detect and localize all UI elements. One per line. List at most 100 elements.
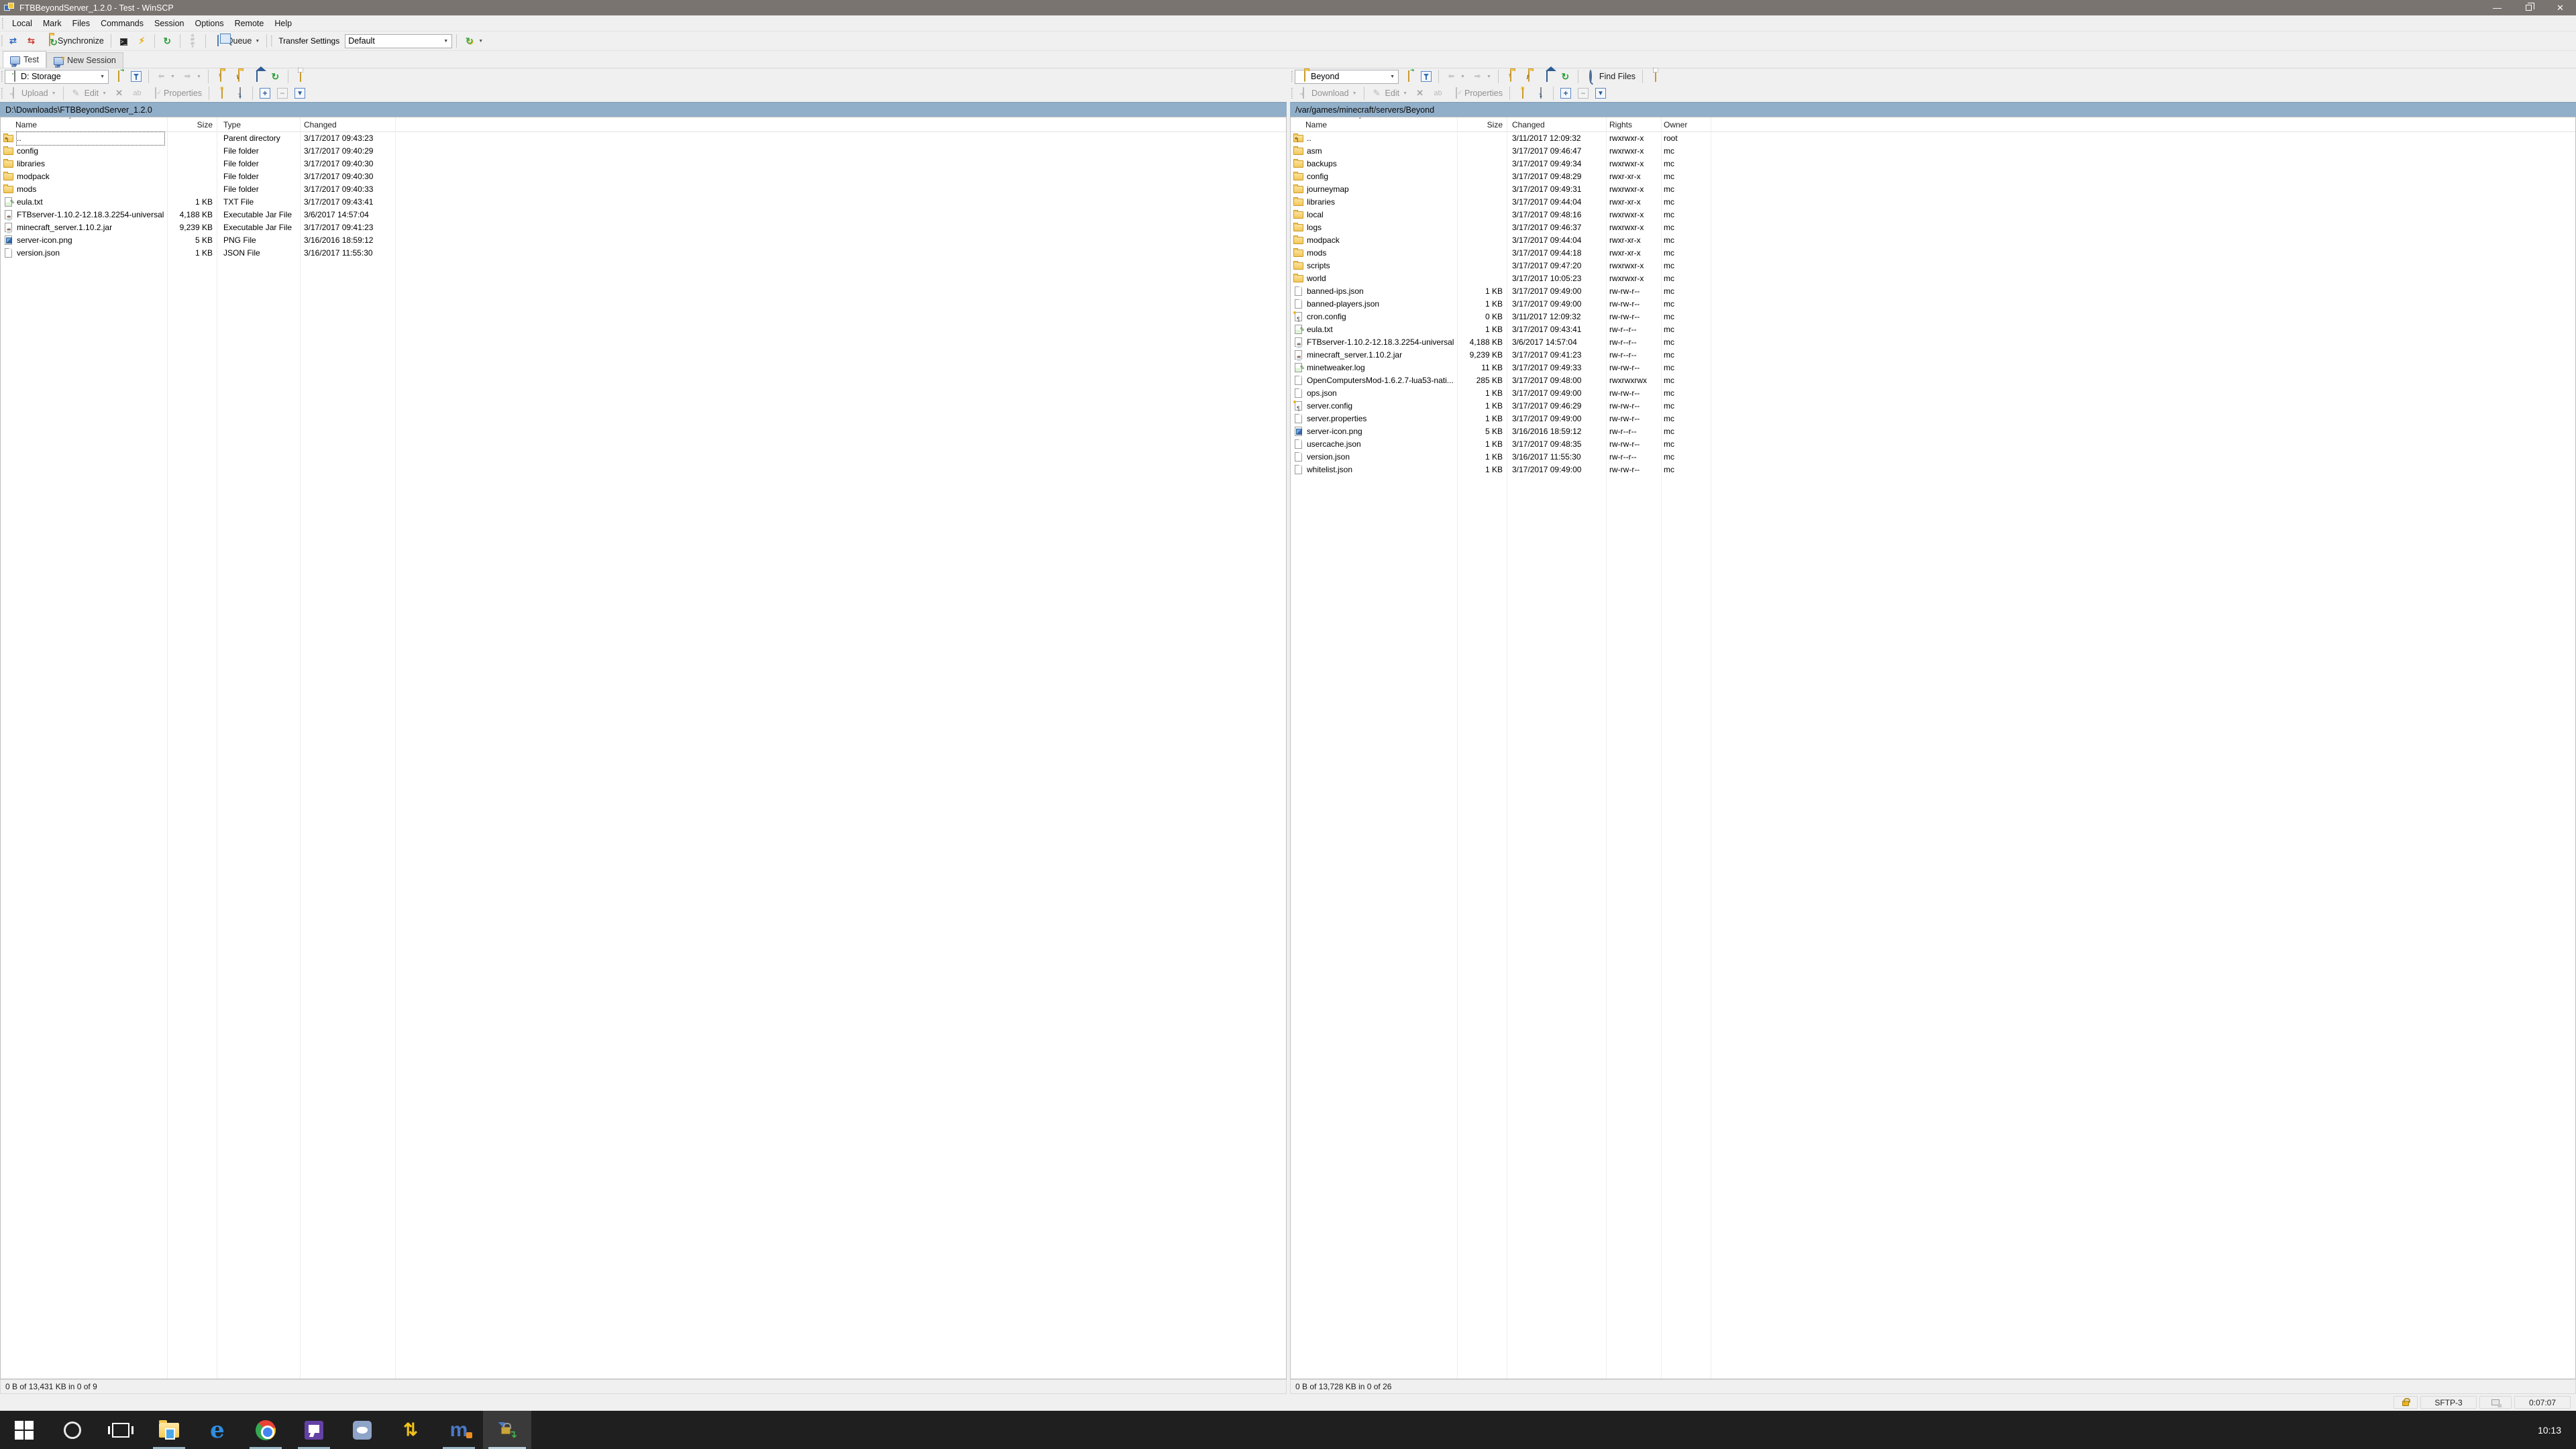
new-directory-button[interactable] [213,87,230,100]
file-row[interactable]: server.properties1 KB3/17/2017 09:49:00r… [1291,413,2575,425]
open-directory-button[interactable] [110,70,127,83]
new-file-button[interactable] [1532,87,1549,100]
root-directory-button[interactable]: \ [231,70,248,83]
toggle-panels-button[interactable]: ⇄ [5,34,21,48]
unselect-files-button[interactable]: − [1575,87,1591,100]
select-files-button[interactable]: + [1558,87,1574,100]
transfer-options-button[interactable]: ↻▼ [461,34,486,48]
file-row[interactable]: backups3/17/2017 09:49:34rwxrwxr-xmc [1291,158,2575,170]
home-directory-button[interactable] [249,70,266,83]
back-button[interactable]: ⬅▼ [153,70,178,83]
open-console-button[interactable]: >_ [115,34,132,48]
file-row[interactable]: configFile folder3/17/2017 09:40:29 [1,145,1286,158]
remote-directory-select[interactable]: Beyond ▼ [1295,70,1399,84]
properties-button[interactable]: Properties [147,87,205,100]
file-row[interactable]: modsFile folder3/17/2017 09:40:33 [1,183,1286,196]
file-row[interactable]: whitelist.json1 KB3/17/2017 09:49:00rw-r… [1291,464,2575,476]
invert-selection-button[interactable]: ▼ [292,87,308,100]
column-header-name[interactable]: Name [1305,120,1327,129]
column-header-size[interactable]: Size [168,120,213,129]
properties-button[interactable]: Properties [1448,87,1505,100]
local-path-bar[interactable]: D:\Downloads\FTBBeyondServer_1.2.0 [0,102,1287,117]
taskbar-task-view-icon[interactable] [97,1411,145,1449]
taskbar-cortana-icon[interactable] [48,1411,97,1449]
synchronize-browsing-button[interactable]: ⇆ [23,34,40,48]
menu-item-mark[interactable]: Mark [38,16,67,31]
file-row[interactable]: usercache.json1 KB3/17/2017 09:48:35rw-r… [1291,438,2575,451]
restore-button[interactable] [2513,0,2544,15]
minimize-button[interactable]: — [2481,0,2513,15]
column-header-changed[interactable]: Changed [304,120,337,129]
parent-directory-button[interactable]: ↑ [1503,70,1519,83]
synchronize-button[interactable]: ↻ Synchronize [41,34,107,48]
file-row[interactable]: server-icon.png5 KBPNG File3/16/2016 18:… [1,234,1286,247]
delete-button[interactable]: ✕ [111,87,127,100]
file-row[interactable]: logs3/17/2017 09:46:37rwxrwxr-xmc [1291,221,2575,234]
file-row[interactable]: FTBserver-1.10.2-12.18.3.2254-universal.… [1291,336,2575,349]
select-files-button[interactable]: + [257,87,273,100]
new-directory-button[interactable] [1514,87,1531,100]
file-row[interactable]: config3/17/2017 09:48:29rwxr-xr-xmc [1291,170,2575,183]
menu-item-local[interactable]: Local [7,16,38,31]
taskbar-chrome-icon[interactable] [241,1411,290,1449]
file-row[interactable]: banned-ips.json1 KB3/17/2017 09:49:00rw-… [1291,285,2575,298]
file-row[interactable]: minecraft_server.1.10.2.jar9,239 KBExecu… [1,221,1286,234]
menu-item-files[interactable]: Files [67,16,95,31]
file-row[interactable]: OpenComputersMod-1.6.2.7-lua53-nati...28… [1291,374,2575,387]
queue-button[interactable]: Queue ▼ [210,34,262,48]
rename-button[interactable]: ab [1430,87,1446,100]
copy-path-button[interactable] [292,70,309,83]
menu-item-help[interactable]: Help [269,16,297,31]
file-row[interactable]: ..3/11/2017 12:09:32rwxrwxr-xroot [1291,132,2575,145]
home-directory-button[interactable] [1539,70,1556,83]
preferences-button[interactable] [184,34,201,48]
refresh-panels-button[interactable]: ↻ [159,34,176,48]
filter-button[interactable] [1418,70,1434,83]
taskbar-transfer-arrows-icon[interactable]: ⇅ [386,1411,435,1449]
menu-item-remote[interactable]: Remote [229,16,270,31]
unselect-files-button[interactable]: − [274,87,290,100]
file-row[interactable]: minecraft_server.1.10.2.jar9,239 KB3/17/… [1291,349,2575,362]
copy-path-button[interactable] [1647,70,1664,83]
remote-path-bar[interactable]: /var/games/minecraft/servers/Beyond [1290,102,2576,117]
taskbar-start-button[interactable] [0,1411,48,1449]
file-row[interactable]: eula.txt1 KB3/17/2017 09:43:41rw-r--r--m… [1291,323,2575,336]
column-header-name[interactable]: Name [15,120,37,129]
file-row[interactable]: modpackFile folder3/17/2017 09:40:30 [1,170,1286,183]
rename-button[interactable]: ab [129,87,146,100]
filter-button[interactable] [128,70,144,83]
taskbar-file-explorer-icon[interactable] [145,1411,193,1449]
menu-item-session[interactable]: Session [149,16,189,31]
column-header-size[interactable]: Size [1458,120,1503,129]
find-files-button[interactable]: Find Files [1582,70,1638,83]
file-row[interactable]: librariesFile folder3/17/2017 09:40:30 [1,158,1286,170]
drive-select[interactable]: D: Storage ▼ [5,70,109,84]
file-row[interactable]: asm3/17/2017 09:46:47rwxrwxr-xmc [1291,145,2575,158]
new-file-button[interactable] [231,87,248,100]
menu-item-commands[interactable]: Commands [95,16,149,31]
download-button[interactable]: Download ▼ [1295,87,1360,100]
file-row[interactable]: journeymap3/17/2017 09:49:31rwxrwxr-xmc [1291,183,2575,196]
column-header-rights[interactable]: Rights [1609,120,1632,129]
open-terminal-button[interactable]: ⚡︎ [133,34,150,48]
file-row[interactable]: libraries3/17/2017 09:44:04rwxr-xr-xmc [1291,196,2575,209]
file-row[interactable]: ..Parent directory3/17/2017 09:43:23 [1,132,1286,145]
tab-test[interactable]: Test [3,51,46,68]
forward-button[interactable]: ➡▼ [179,70,204,83]
taskbar-twitch-icon[interactable] [290,1411,338,1449]
column-header-changed[interactable]: Changed [1512,120,1545,129]
file-row[interactable]: FTBserver-1.10.2-12.18.3.2254-universal.… [1,209,1286,221]
file-row[interactable]: server.config1 KB3/17/2017 09:46:29rw-rw… [1291,400,2575,413]
taskbar-edge-icon[interactable]: e [193,1411,241,1449]
file-row[interactable]: modpack3/17/2017 09:44:04rwxr-xr-xmc [1291,234,2575,247]
edit-button[interactable]: ✎ Edit ▼ [1368,87,1410,100]
file-row[interactable]: scripts3/17/2017 09:47:20rwxrwxr-xmc [1291,260,2575,272]
column-header-type[interactable]: Type [223,120,241,129]
refresh-button[interactable]: ↻ [267,70,284,83]
file-row[interactable]: version.json1 KB3/16/2017 11:55:30rw-r--… [1291,451,2575,464]
parent-directory-button[interactable]: ↑ [213,70,229,83]
forward-button[interactable]: ➡▼ [1469,70,1494,83]
open-directory-button[interactable] [1400,70,1417,83]
taskbar-discord-icon[interactable] [338,1411,386,1449]
file-row[interactable]: eula.txt1 KBTXT File3/17/2017 09:43:41 [1,196,1286,209]
